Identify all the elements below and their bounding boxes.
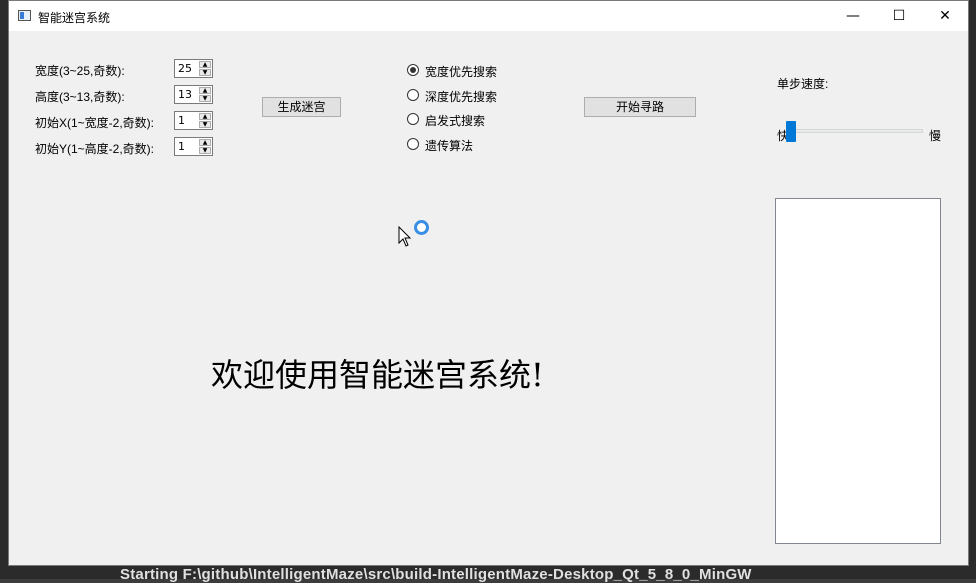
width-label: 宽度(3~25,奇数): — [35, 64, 125, 78]
start-x-value: 1 — [178, 114, 185, 127]
height-down-arrow-icon[interactable]: ▼ — [199, 95, 211, 102]
start-x-down-arrow-icon[interactable]: ▼ — [199, 121, 211, 128]
maximize-button[interactable]: ☐ — [876, 1, 922, 31]
algorithm-label-genetic: 遗传算法 — [425, 139, 474, 153]
generate-maze-button[interactable]: 生成迷宫 — [262, 97, 341, 117]
width-value: 25 — [178, 62, 192, 75]
radio-heuristic[interactable] — [407, 113, 419, 125]
app-icon — [18, 10, 31, 21]
start-pathfinding-button[interactable]: 开始寻路 — [584, 97, 696, 117]
window-title: 智能迷宫系统 — [38, 11, 111, 25]
radio-dfs[interactable] — [407, 89, 419, 101]
busy-indicator-icon — [414, 220, 429, 235]
radio-bfs[interactable] — [407, 64, 419, 76]
start-x-label: 初始X(1~宽度-2,奇数): — [35, 116, 155, 130]
height-spinbox[interactable]: 13 ▲ ▼ — [174, 85, 213, 104]
close-button[interactable]: ✕ — [922, 1, 968, 31]
title-bar[interactable]: 智能迷宫系统 — ☐ ✕ — [9, 1, 968, 31]
algorithm-label-bfs: 宽度优先搜索 — [425, 65, 498, 79]
speed-slider-handle[interactable] — [786, 121, 796, 142]
speed-slider-track[interactable] — [795, 129, 923, 133]
start-y-down-arrow-icon[interactable]: ▼ — [199, 147, 211, 154]
height-label: 高度(3~13,奇数): — [35, 90, 125, 104]
background-terminal-left — [0, 0, 8, 579]
background-terminal-text: Starting F:\github\IntelligentMaze\src\b… — [120, 566, 752, 583]
start-y-label: 初始Y(1~高度-2,奇数): — [35, 142, 155, 156]
height-value: 13 — [178, 88, 192, 101]
start-y-up-arrow-icon[interactable]: ▲ — [199, 139, 211, 146]
width-down-arrow-icon[interactable]: ▼ — [199, 69, 211, 76]
start-y-value: 1 — [178, 140, 185, 153]
speed-slow-label: 慢 — [929, 129, 942, 143]
radio-genetic[interactable] — [407, 138, 419, 150]
width-spinbox[interactable]: 25 ▲ ▼ — [174, 59, 213, 78]
width-up-arrow-icon[interactable]: ▲ — [199, 61, 211, 68]
start-y-spinbox[interactable]: 1 ▲ ▼ — [174, 137, 213, 156]
welcome-text: 欢迎使用智能迷宫系统! — [211, 356, 544, 394]
background-terminal-right — [969, 0, 976, 579]
speed-label: 单步速度: — [777, 77, 829, 91]
log-panel[interactable] — [775, 198, 941, 544]
algorithm-label-heuristic: 启发式搜索 — [425, 114, 486, 128]
start-x-up-arrow-icon[interactable]: ▲ — [199, 113, 211, 120]
start-x-spinbox[interactable]: 1 ▲ ▼ — [174, 111, 213, 130]
mouse-pointer-icon — [398, 226, 412, 247]
algorithm-label-dfs: 深度优先搜索 — [425, 90, 498, 104]
height-up-arrow-icon[interactable]: ▲ — [199, 87, 211, 94]
minimize-button[interactable]: — — [830, 1, 876, 31]
